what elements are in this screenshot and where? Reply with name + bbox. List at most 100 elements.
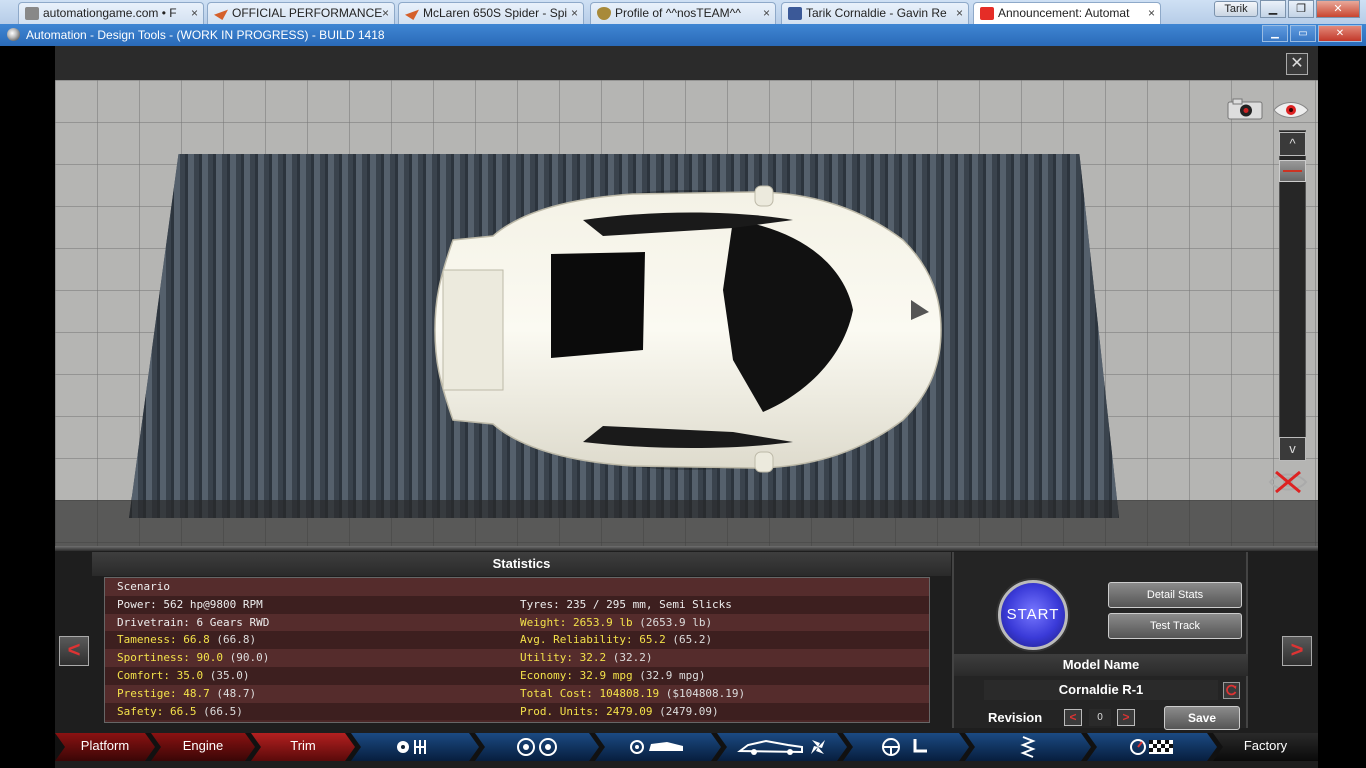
stat-reliability: Avg. Reliability: 65.2 (65.2) [520,633,713,647]
nav-interior[interactable] [843,733,969,761]
stat-total-cost: Total Cost: 104808.19 ($104808.19) [520,686,746,700]
tab-close-icon[interactable]: × [382,6,389,20]
tab-close-icon[interactable]: × [571,6,578,20]
stat-drivetrain: Drivetrain: 6 Gears RWD [117,615,270,629]
stat-power: Power: 562 hp@9800 RPM [117,597,263,611]
nav-trim[interactable]: Trim [251,733,355,761]
nav-body[interactable] [595,733,721,761]
window-controls: ▁ ▭ ✕ [1262,25,1362,42]
stat-row: Sportiness: 90.0 (90.0) Utility: 32.2 (3… [105,649,929,667]
game-favicon-icon [25,7,39,20]
zoom-out-button[interactable]: v [1279,437,1306,461]
stat-scenario: Scenario [117,580,170,593]
previous-page-button[interactable]: < [59,636,89,666]
zoom-slider-thumb[interactable] [1279,160,1306,182]
stat-safety: Safety: 66.5 (66.5) [117,704,243,718]
panel-divider [55,546,1318,551]
gearbox-icon [395,737,435,757]
nav-wheels[interactable] [475,733,599,761]
camera-icon[interactable] [1227,98,1263,120]
model-panel: START Detail Stats Test Track Model Name… [952,552,1248,730]
refresh-icon[interactable] [1223,682,1240,699]
browser-tab-active[interactable]: Announcement: Automat × [973,2,1161,24]
statistics-header: Statistics [92,552,951,576]
bottom-panel: < > Statistics Scenario Power: 562 hp@98… [55,546,1318,768]
start-button[interactable]: START [998,580,1068,650]
stat-economy: Economy: 32.9 mpg (32.9 mpg) [520,669,706,682]
next-page-button[interactable]: > [1282,636,1312,666]
model-name-field[interactable]: Cornaldie R-1 [984,680,1218,700]
minimize-button[interactable]: ▁ [1260,0,1286,18]
game-area: ✕ ^ v < > Statistics Scenario Power: 562… [55,46,1318,768]
body-icon [629,737,687,757]
stat-row: Comfort: 35.0 (35.0) Economy: 32.9 mpg (… [105,667,929,685]
app-icon [7,28,20,41]
suspension-icon [1013,736,1043,758]
stat-row: Scenario [105,578,929,596]
profile-button[interactable]: Tarik [1214,1,1258,17]
tab-close-icon[interactable]: × [1148,6,1155,20]
window-minimize-button[interactable]: ▁ [1262,25,1288,42]
design-nav-bar: Platform Engine Trim Factory [55,733,1318,761]
stat-row: Safety: 66.5 (66.5) Prod. Units: 2479.09… [105,702,929,721]
viewport-shade [55,500,1318,546]
aero-icon [736,737,828,757]
facebook-favicon-icon [788,7,802,20]
stat-utility: Utility: 32.2 (32.2) [520,651,653,665]
tab-close-icon[interactable]: × [956,6,963,20]
stat-row: Prestige: 48.7 (48.7) Total Cost: 104808… [105,684,929,703]
restore-button[interactable]: ❐ [1288,0,1314,18]
window-maximize-button[interactable]: ▭ [1290,25,1316,42]
test-track-button[interactable]: Test Track [1108,613,1242,639]
stat-production-units: Prod. Units: 2479.09 (2479.09) [520,704,719,718]
nav-factory[interactable]: Factory [1213,733,1318,761]
browser-tab[interactable]: automationgame.com • F × [18,2,204,24]
nav-platform[interactable]: Platform [55,733,155,761]
hide-ui-icon[interactable] [1268,468,1308,496]
detail-stats-button[interactable]: Detail Stats [1108,582,1242,608]
testing-icon [1129,737,1175,757]
nav-gearbox[interactable] [351,733,479,761]
viewport-close-button[interactable]: ✕ [1286,53,1308,75]
interior-icon [881,737,931,757]
browser-tab-strip: automationgame.com • F × OFFICIAL PERFOR… [0,0,1366,24]
save-button[interactable]: Save [1164,706,1240,730]
stat-comfort: Comfort: 35.0 (35.0) [117,669,250,682]
browser-tab[interactable]: McLaren 650S Spider - Spi × [398,2,584,24]
stat-sportiness: Sportiness: 90.0 (90.0) [117,651,270,665]
model-name-header: Model Name [954,654,1248,676]
stat-tyres: Tyres: 235 / 295 mm, Semi Slicks [520,597,732,611]
mclaren-favicon-icon [405,9,419,20]
mclaren-favicon-icon [214,9,228,20]
revision-next-button[interactable]: > [1117,709,1135,726]
zoom-in-button[interactable]: ^ [1279,132,1306,156]
window-titlebar: Automation - Design Tools - (WORK IN PRO… [0,24,1366,46]
stat-row: Drivetrain: 6 Gears RWD Weight: 2653.9 l… [105,613,929,632]
wheels-icon [515,737,559,757]
youtube-favicon-icon [980,7,994,20]
nav-testing[interactable] [1087,733,1217,761]
nav-engine[interactable]: Engine [151,733,255,761]
revision-label: Revision [988,710,1043,725]
eye-icon[interactable] [1272,99,1310,121]
nav-suspension[interactable] [965,733,1091,761]
stat-row: Tameness: 66.8 (66.8) Avg. Reliability: … [105,631,929,650]
stat-tameness: Tameness: 66.8 (66.8) [117,633,257,647]
browser-tab[interactable]: Tarik Cornaldie - Gavin Re × [781,2,969,24]
car-viewport[interactable]: ^ v [55,80,1318,546]
window-close-button[interactable]: ✕ [1318,25,1362,42]
browser-tab[interactable]: OFFICIAL PERFORMANCE × [207,2,395,24]
tab-close-icon[interactable]: × [191,6,198,20]
tab-close-icon[interactable]: × [763,6,770,20]
revision-value: 0 [1089,709,1111,726]
revision-prev-button[interactable]: < [1064,709,1082,726]
close-button[interactable]: ✕ [1316,0,1360,18]
browser-tab[interactable]: Profile of ^^nosTEAM^^ × [590,2,776,24]
viewport-topbar: ✕ [55,46,1318,80]
stat-weight: Weight: 2653.9 lb (2653.9 lb) [520,615,713,629]
shield-favicon-icon [597,7,611,20]
browser-window-controls: ▁ ❐ ✕ [1260,0,1360,18]
nav-aero[interactable] [717,733,847,761]
window-title: Automation - Design Tools - (WORK IN PRO… [26,28,385,42]
statistics-table: Scenario Power: 562 hp@9800 RPM Tyres: 2… [104,577,930,723]
